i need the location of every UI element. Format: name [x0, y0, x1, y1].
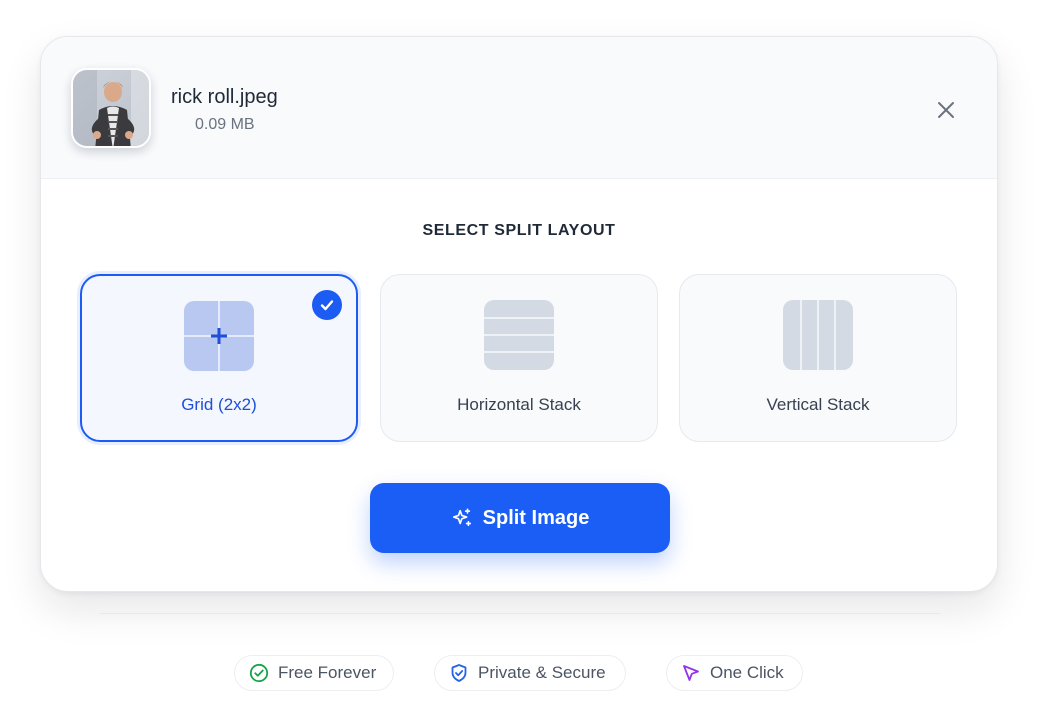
shield-check-icon: [451, 664, 467, 682]
image-thumbnail: [71, 68, 151, 148]
vertical-stack-icon: [783, 300, 853, 370]
cursor-icon: [683, 665, 699, 681]
layout-option-vertical[interactable]: Vertical Stack: [679, 274, 957, 442]
remove-file-button[interactable]: [931, 95, 961, 125]
layout-label-horizontal: Horizontal Stack: [457, 395, 581, 414]
layout-option-grid[interactable]: Grid (2x2): [80, 274, 358, 442]
check-circle-icon: [249, 663, 269, 683]
split-image-label: Split Image: [482, 506, 590, 529]
feature-label-free: Free Forever: [278, 663, 377, 682]
divider: [100, 613, 940, 614]
layout-label-vertical: Vertical Stack: [766, 395, 870, 414]
layout-label-grid: Grid (2x2): [181, 395, 257, 414]
split-image-button[interactable]: Split Image: [370, 483, 670, 553]
image-split-card: rick roll.jpeg 0.09 MB SELECT SPLIT LAYO…: [40, 36, 998, 592]
close-icon: [938, 102, 954, 118]
file-name: rick roll.jpeg: [171, 86, 278, 108]
layout-option-horizontal[interactable]: Horizontal Stack: [380, 274, 658, 442]
grid-2x2-icon: [184, 301, 254, 371]
feature-badge-free: Free Forever: [234, 655, 394, 691]
horizontal-stack-icon: [484, 300, 554, 370]
feature-label-one-click: One Click: [710, 663, 784, 682]
feature-label-private: Private & Secure: [478, 663, 606, 682]
feature-badge-one-click: One Click: [666, 655, 803, 691]
file-header: rick roll.jpeg 0.09 MB: [41, 37, 997, 179]
feature-badge-private: Private & Secure: [434, 655, 626, 691]
section-title: SELECT SPLIT LAYOUT: [422, 222, 616, 239]
check-icon: [320, 300, 334, 311]
sparkles-icon: [452, 508, 471, 527]
file-size: 0.09 MB: [195, 116, 255, 133]
selected-check-badge: [312, 290, 342, 320]
